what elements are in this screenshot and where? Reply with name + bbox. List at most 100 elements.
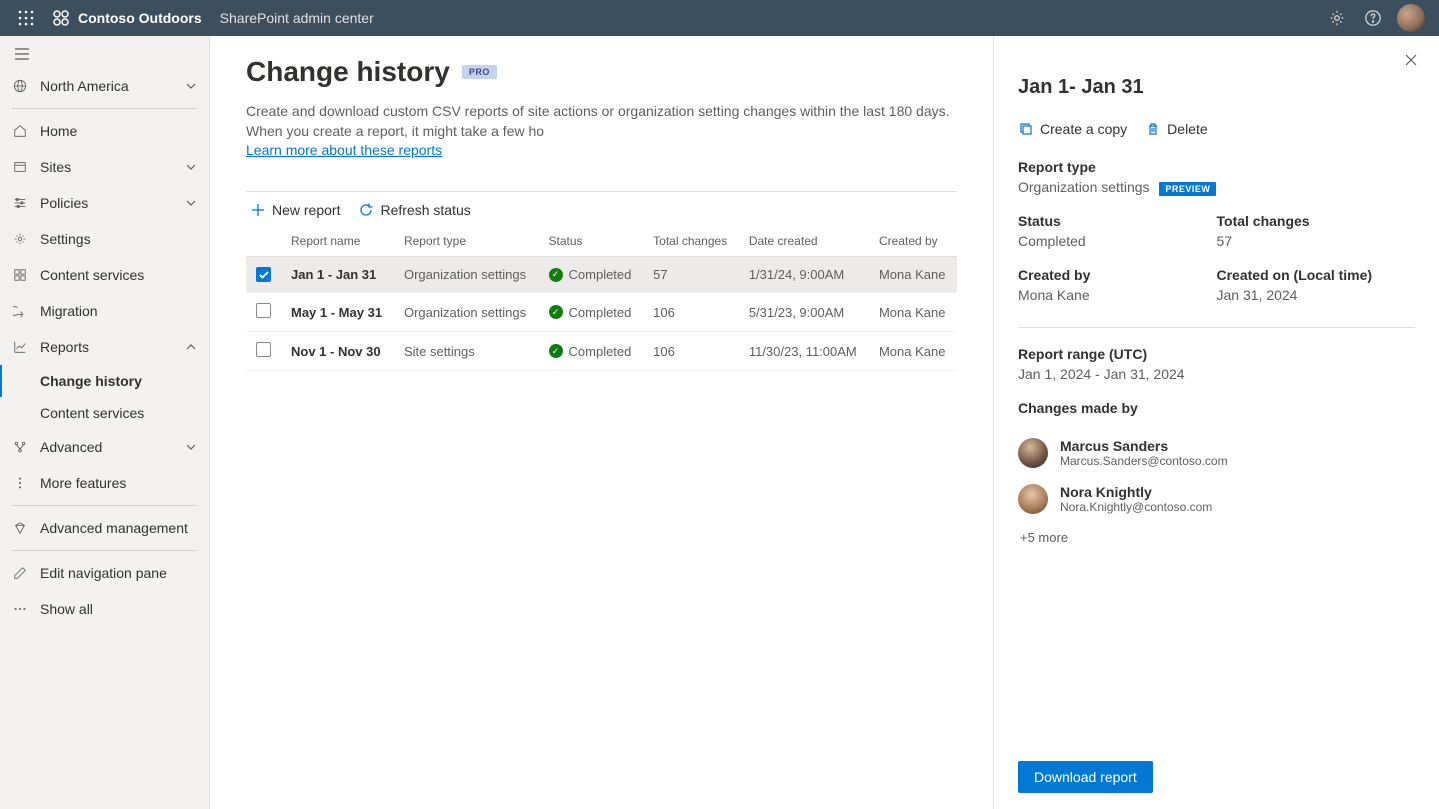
help-icon[interactable]: [1355, 0, 1391, 36]
person-email: Marcus.Sanders@contoso.com: [1060, 454, 1228, 468]
nav-reports[interactable]: Reports: [0, 329, 209, 365]
nav-collapse-icon[interactable]: [4, 40, 40, 68]
check-icon: ✓: [549, 344, 563, 358]
org-name: Contoso Outdoors: [78, 10, 202, 26]
app-title: SharePoint admin center: [220, 10, 374, 26]
table-row[interactable]: Nov 1 - Nov 30 Site settings ✓Completed …: [246, 332, 957, 371]
cell-name: Jan 1 - Jan 31: [281, 256, 394, 293]
table-row[interactable]: Jan 1 - Jan 31 Organization settings ✓Co…: [246, 256, 957, 293]
new-report-button[interactable]: New report: [250, 202, 340, 218]
created-by-label: Created by: [1018, 267, 1217, 283]
person-avatar: [1018, 438, 1048, 468]
content-icon: [12, 267, 28, 283]
chevron-down-icon: [185, 161, 197, 173]
cell-type: Organization settings: [394, 256, 539, 293]
col-total[interactable]: Total changes: [643, 226, 739, 257]
col-status[interactable]: Status: [539, 226, 644, 257]
nav-region[interactable]: North America: [0, 68, 209, 104]
chart-icon: [12, 339, 28, 355]
details-panel: Jan 1- Jan 31 Create a copy Delete Repor…: [993, 36, 1439, 809]
cell-name: Nov 1 - Nov 30: [281, 332, 394, 371]
more-icon: [12, 475, 28, 491]
col-name[interactable]: Report name: [281, 226, 394, 257]
nav-edit-navigation[interactable]: Edit navigation pane: [0, 555, 209, 591]
cell-date: 1/31/24, 9:00AM: [739, 256, 869, 293]
nav-reports-content-services[interactable]: Content services: [0, 397, 209, 429]
nav-sites[interactable]: Sites: [0, 149, 209, 185]
brand-icon: [52, 9, 70, 27]
nav-advanced[interactable]: Advanced: [0, 429, 209, 465]
nav-home[interactable]: Home: [0, 113, 209, 149]
cell-type: Organization settings: [394, 293, 539, 332]
chevron-up-icon: [185, 341, 197, 353]
cell-date: 11/30/23, 11:00AM: [739, 332, 869, 371]
create-copy-button[interactable]: Create a copy: [1018, 121, 1127, 137]
col-type[interactable]: Report type: [394, 226, 539, 257]
account-avatar[interactable]: [1397, 4, 1425, 32]
ellipsis-icon: [12, 601, 28, 617]
nav-migration[interactable]: Migration: [0, 293, 209, 329]
nav-region-label: North America: [40, 78, 173, 94]
globe-icon: [12, 78, 28, 94]
org-brand[interactable]: Contoso Outdoors: [52, 9, 202, 27]
cell-by: Mona Kane: [869, 256, 957, 293]
refresh-status-button[interactable]: Refresh status: [358, 202, 470, 218]
chevron-down-icon: [185, 197, 197, 209]
nav-change-history[interactable]: Change history: [0, 365, 209, 397]
created-on-label: Created on (Local time): [1217, 267, 1416, 283]
report-type-value: Organization settings PREVIEW: [1018, 179, 1415, 195]
check-icon: ✓: [549, 268, 563, 282]
nav-advanced-management[interactable]: Advanced management: [0, 510, 209, 546]
nav-settings[interactable]: Settings: [0, 221, 209, 257]
cell-status: ✓Completed: [539, 332, 644, 371]
row-checkbox[interactable]: [256, 303, 271, 318]
global-header: Contoso Outdoors SharePoint admin center: [0, 0, 1439, 36]
total-changes-label: Total changes: [1217, 213, 1416, 229]
policies-icon: [12, 195, 28, 211]
app-launcher-icon[interactable]: [8, 0, 44, 36]
chevron-down-icon: [185, 441, 197, 453]
pro-badge: PRO: [462, 65, 497, 79]
sites-icon: [12, 159, 28, 175]
page-description: Create and download custom CSV reports o…: [246, 102, 957, 161]
download-report-button[interactable]: Download report: [1018, 761, 1153, 793]
copy-icon: [1018, 121, 1034, 137]
person-item: Nora Knightly Nora.Knightly@contoso.com: [1018, 484, 1415, 514]
left-nav: North America Home Sites Policies Settin…: [0, 36, 210, 809]
refresh-icon: [358, 202, 374, 218]
created-by-value: Mona Kane: [1018, 287, 1217, 303]
col-by[interactable]: Created by: [869, 226, 957, 257]
person-item: Marcus Sanders Marcus.Sanders@contoso.co…: [1018, 438, 1415, 468]
col-date[interactable]: Date created: [739, 226, 869, 257]
close-panel-button[interactable]: [1399, 48, 1423, 72]
gear-icon: [12, 231, 28, 247]
person-avatar: [1018, 484, 1048, 514]
main-content: Change history PRO Create and download c…: [210, 36, 993, 809]
learn-more-link[interactable]: Learn more about these reports: [246, 142, 442, 158]
table-row[interactable]: May 1 - May 31 Organization settings ✓Co…: [246, 293, 957, 332]
cell-total: 57: [643, 256, 739, 293]
migration-icon: [12, 303, 28, 319]
nav-show-all[interactable]: Show all: [0, 591, 209, 627]
delete-button[interactable]: Delete: [1145, 121, 1207, 137]
row-checkbox[interactable]: [256, 267, 271, 282]
row-checkbox[interactable]: [256, 342, 271, 357]
person-email: Nora.Knightly@contoso.com: [1060, 500, 1212, 514]
cell-total: 106: [643, 293, 739, 332]
cell-by: Mona Kane: [869, 293, 957, 332]
nav-more-features[interactable]: More features: [0, 465, 209, 501]
home-icon: [12, 123, 28, 139]
cell-date: 5/31/23, 9:00AM: [739, 293, 869, 332]
trash-icon: [1145, 121, 1161, 137]
nav-policies[interactable]: Policies: [0, 185, 209, 221]
person-name: Nora Knightly: [1060, 484, 1212, 500]
cell-by: Mona Kane: [869, 332, 957, 371]
nav-content-services[interactable]: Content services: [0, 257, 209, 293]
cell-type: Site settings: [394, 332, 539, 371]
settings-icon[interactable]: [1319, 0, 1355, 36]
check-icon: ✓: [549, 305, 563, 319]
more-people-link[interactable]: +5 more: [1020, 530, 1415, 545]
cell-name: May 1 - May 31: [281, 293, 394, 332]
advanced-icon: [12, 439, 28, 455]
person-name: Marcus Sanders: [1060, 438, 1228, 454]
